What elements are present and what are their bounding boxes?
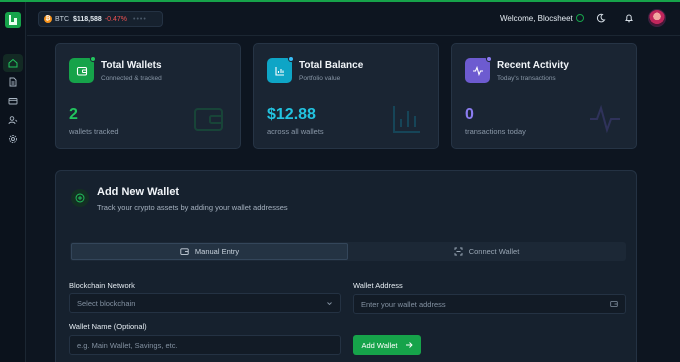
card-value: $12.88: [267, 106, 316, 123]
address-label: Wallet Address: [353, 281, 403, 290]
wallet-name-input[interactable]: e.g. Main Wallet, Savings, etc.: [69, 335, 341, 355]
tab-manual-entry[interactable]: Manual Entry: [71, 243, 348, 260]
top-bar: ₿ BTC $118,588 -0.47% •••• Welcome, Bloc…: [27, 2, 680, 36]
wallet-address-input[interactable]: Enter your wallet address: [353, 294, 626, 314]
welcome-text: Welcome, Blocsheet: [500, 14, 573, 23]
sidebar-item-dashboard[interactable]: [3, 54, 23, 72]
ticker-symbol: BTC: [55, 15, 69, 23]
chevron-down-icon: [327, 301, 332, 305]
bell-icon: [625, 14, 633, 23]
wallet-name-label: Wallet Name (Optional): [69, 322, 147, 331]
card-title: Total Wallets: [101, 60, 162, 71]
entry-mode-tabs: Manual Entry Connect Wallet: [70, 242, 626, 261]
card-label: across all wallets: [267, 127, 324, 136]
add-wallet-button[interactable]: Add Wallet: [353, 335, 421, 355]
sidebar-item-users[interactable]: [3, 111, 23, 129]
card-total-wallets: Total Wallets Connected & tracked 2 wall…: [55, 43, 241, 149]
network-label: Blockchain Network: [69, 281, 135, 290]
wallet-name-placeholder: e.g. Main Wallet, Savings, etc.: [77, 340, 178, 350]
network-select[interactable]: Select blockchain: [69, 293, 341, 313]
ticker-price: $118,588: [73, 15, 102, 23]
user-icon: [8, 116, 18, 125]
sidebar-item-cards[interactable]: [3, 92, 23, 110]
scan-icon: [454, 247, 463, 256]
app-logo[interactable]: [5, 12, 21, 28]
moon-icon: [596, 13, 606, 23]
card-subtitle: Portfolio value: [299, 75, 341, 82]
theme-toggle-button[interactable]: [595, 12, 607, 24]
arrow-right-icon: [405, 342, 413, 348]
card-value: 2: [69, 106, 78, 123]
tab-label: Manual Entry: [194, 247, 240, 256]
card-value: 0: [465, 106, 474, 123]
card-title: Total Balance: [299, 60, 364, 71]
btc-ticker[interactable]: ₿ BTC $118,588 -0.47% ••••: [38, 11, 163, 27]
avatar[interactable]: [648, 9, 666, 27]
tab-connect-wallet[interactable]: Connect Wallet: [348, 242, 625, 261]
sidebar: [0, 2, 26, 362]
wallet-watermark-icon: [194, 108, 223, 131]
home-icon: [8, 58, 18, 68]
card-subtitle: Today's transactions: [497, 75, 556, 82]
address-placeholder: Enter your wallet address: [361, 299, 446, 309]
activity-watermark-icon: [590, 104, 620, 134]
document-icon: [9, 77, 17, 87]
status-indicator-icon: [576, 14, 584, 22]
card-label: transactions today: [465, 127, 526, 136]
tab-label: Connect Wallet: [468, 247, 520, 256]
wallet-icon: [610, 301, 618, 307]
card-subtitle: Connected & tracked: [101, 75, 162, 82]
chart-icon: [267, 56, 294, 83]
chart-watermark-icon: [393, 106, 420, 133]
ticker-more-dots: ••••: [133, 15, 147, 23]
wallet-icon: [180, 248, 189, 255]
card-total-balance: Total Balance Portfolio value $12.88 acr…: [253, 43, 439, 149]
ticker-change: -0.47%: [104, 15, 127, 23]
card-title: Recent Activity: [497, 60, 569, 71]
sidebar-item-settings[interactable]: [3, 130, 23, 148]
plus-circle-icon: [71, 189, 89, 207]
card-label: wallets tracked: [69, 127, 119, 136]
wallet-icon: [69, 56, 96, 83]
sidebar-item-wallets[interactable]: [3, 73, 23, 91]
bitcoin-icon: ₿: [44, 15, 52, 23]
activity-icon: [465, 56, 492, 83]
notifications-button[interactable]: [623, 12, 635, 24]
add-wallet-panel: Add New Wallet Track your crypto assets …: [55, 170, 637, 362]
gear-icon: [9, 135, 17, 143]
panel-subtitle: Track your crypto assets by adding your …: [97, 203, 288, 212]
add-wallet-button-label: Add Wallet: [361, 340, 398, 350]
card-recent-activity: Recent Activity Today's transactions 0 t…: [451, 43, 637, 149]
network-select-value: Select blockchain: [77, 298, 136, 308]
panel-title: Add New Wallet: [97, 186, 180, 198]
card-icon: [8, 98, 18, 105]
